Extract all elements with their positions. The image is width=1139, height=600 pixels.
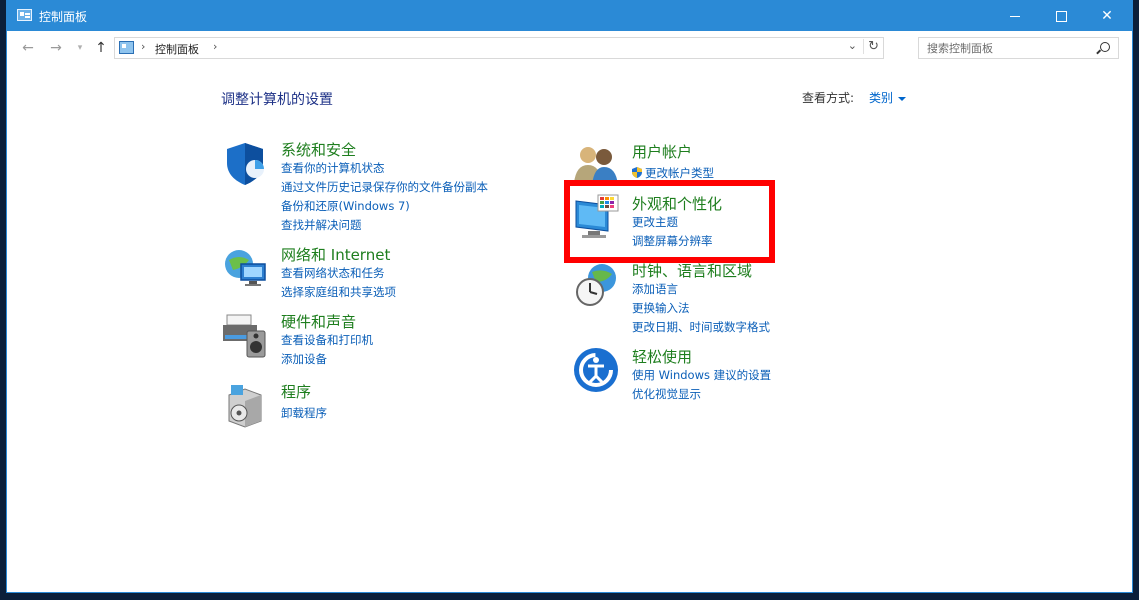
category-title[interactable]: 轻松使用	[632, 346, 692, 367]
minimize-button[interactable]	[992, 1, 1038, 31]
control-panel-window: 控制面板 ✕ ← → ▾ ↑ › 控制面板 › ⌄ ↻ 调整计算机的设置 查看方…	[6, 0, 1133, 593]
category-title[interactable]: 网络和 Internet	[281, 244, 390, 265]
category-title[interactable]: 程序	[281, 381, 311, 402]
link-label: 更改帐户类型	[645, 166, 714, 180]
content-area: 调整计算机的设置 查看方式: 类别 系统和安全 查看你的计算机状态 通过文件历史…	[7, 65, 1132, 592]
search-icon[interactable]	[1100, 42, 1110, 52]
category-title[interactable]: 硬件和声音	[281, 311, 356, 332]
link-homegroup-sharing[interactable]: 选择家庭组和共享选项	[281, 284, 396, 300]
title-bar[interactable]: 控制面板 ✕	[7, 1, 1132, 31]
back-button[interactable]: ←	[19, 39, 37, 57]
link-adjust-resolution[interactable]: 调整屏幕分辨率	[632, 233, 713, 249]
link-devices-printers[interactable]: 查看设备和打印机	[281, 332, 373, 348]
uac-shield-icon	[632, 167, 642, 178]
search-box[interactable]	[918, 37, 1119, 59]
window-title: 控制面板	[39, 10, 88, 24]
link-windows-recommended-settings[interactable]: 使用 Windows 建议的设置	[632, 367, 771, 383]
recent-locations-button[interactable]: ▾	[71, 39, 89, 57]
address-dropdown-button[interactable]: ⌄	[848, 39, 857, 52]
link-view-computer-status[interactable]: 查看你的计算机状态	[281, 160, 385, 176]
ease-of-access-icon[interactable]	[572, 346, 620, 394]
view-by-dropdown[interactable]: 类别	[869, 89, 906, 106]
link-network-status[interactable]: 查看网络状态和任务	[281, 265, 385, 281]
control-panel-icon	[17, 9, 32, 21]
navigation-bar: ← → ▾ ↑ › 控制面板 › ⌄ ↻	[7, 31, 1132, 65]
link-change-date-time-format[interactable]: 更改日期、时间或数字格式	[632, 319, 770, 335]
link-backup-restore[interactable]: 备份和还原(Windows 7)	[281, 198, 410, 214]
link-add-language[interactable]: 添加语言	[632, 281, 678, 297]
category-title[interactable]: 时钟、语言和区域	[632, 260, 752, 281]
category-title[interactable]: 用户帐户	[632, 141, 692, 162]
link-uninstall-program[interactable]: 卸载程序	[281, 405, 327, 421]
shield-icon[interactable]	[221, 139, 269, 187]
link-troubleshoot[interactable]: 查找并解决问题	[281, 217, 362, 233]
page-title: 调整计算机的设置	[221, 92, 333, 108]
control-panel-icon	[119, 41, 134, 54]
address-bar[interactable]: › 控制面板 › ⌄ ↻	[114, 37, 884, 59]
printer-speaker-icon[interactable]	[221, 311, 269, 359]
maximize-button[interactable]	[1038, 1, 1084, 31]
link-change-theme[interactable]: 更改主题	[632, 214, 678, 230]
breadcrumb-control-panel[interactable]: 控制面板	[155, 41, 199, 57]
refresh-button[interactable]: ↻	[863, 39, 879, 54]
link-change-input-method[interactable]: 更换输入法	[632, 300, 690, 316]
forward-button[interactable]: →	[47, 39, 65, 57]
link-add-device[interactable]: 添加设备	[281, 351, 327, 367]
link-optimize-visual-display[interactable]: 优化视觉显示	[632, 386, 701, 402]
programs-box-icon[interactable]	[221, 381, 269, 429]
up-button[interactable]: ↑	[92, 39, 110, 57]
category-title[interactable]: 系统和安全	[281, 139, 356, 160]
clock-globe-icon[interactable]	[572, 260, 620, 308]
search-input[interactable]	[919, 38, 1105, 58]
users-icon[interactable]	[572, 141, 620, 189]
breadcrumb-separator[interactable]: ›	[213, 40, 217, 53]
category-title[interactable]: 外观和个性化	[632, 193, 722, 214]
close-button[interactable]: ✕	[1084, 1, 1130, 31]
link-change-account-type[interactable]: 更改帐户类型	[632, 165, 714, 181]
breadcrumb-separator[interactable]: ›	[141, 40, 145, 53]
view-by-label: 查看方式:	[802, 91, 855, 105]
link-file-history-backup[interactable]: 通过文件历史记录保存你的文件备份副本	[281, 179, 488, 195]
network-globe-icon[interactable]	[221, 244, 269, 292]
monitor-palette-icon[interactable]	[572, 193, 620, 241]
